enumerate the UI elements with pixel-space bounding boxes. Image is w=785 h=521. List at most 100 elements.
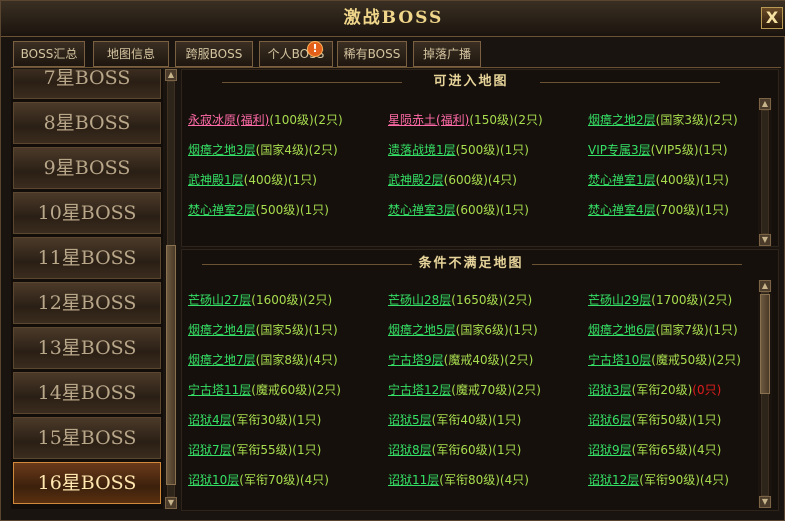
map-entry[interactable]: 武神殿2层(600级)(4只) [388, 171, 517, 189]
map-entry[interactable]: 诏狱5层(军衔40级)(1只) [388, 411, 521, 429]
boss-level-button[interactable]: 12星BOSS [13, 282, 161, 324]
scroll-thumb[interactable] [166, 245, 176, 485]
map-entry[interactable]: 遗落战境1层(500级)(1只) [388, 141, 529, 159]
locked-scrollbar[interactable]: ▲ ▼ [758, 280, 772, 508]
tab-boss-summary[interactable]: BOSS汇总 [13, 41, 85, 67]
boss-level-button[interactable]: 16星BOSS [13, 462, 161, 504]
map-link[interactable]: 永寂冰原(福利) [188, 113, 269, 127]
scroll-down-icon[interactable]: ▼ [759, 496, 771, 508]
boss-window: 激战BOSS X BOSS汇总 地图信息 跨服BOSS 个人BOSS 稀有BOS… [0, 0, 785, 521]
map-link[interactable]: 诏狱7层 [188, 443, 232, 457]
map-entry[interactable]: 芒砀山28层(1650级)(2只) [388, 291, 532, 309]
map-entry[interactable]: 诏狱3层(军衔20级)(0只) [588, 381, 721, 399]
map-link[interactable]: 诏狱5层 [388, 413, 432, 427]
map-entry[interactable]: 焚心禅室3层(600级)(1只) [388, 201, 529, 219]
boss-level-button[interactable]: 15星BOSS [13, 417, 161, 459]
map-link[interactable]: 烟瘴之地2层 [588, 113, 656, 127]
map-link[interactable]: 诏狱12层 [588, 473, 639, 487]
tab-rare-boss[interactable]: 稀有BOSS [337, 41, 407, 67]
tab-drop-broadcast[interactable]: 掉落广播 [413, 41, 481, 67]
scroll-thumb[interactable] [760, 294, 770, 394]
map-info: (400级)(1只) [243, 173, 317, 187]
boss-level-button[interactable]: 10星BOSS [13, 192, 161, 234]
map-entry[interactable]: VIP专属3层(VIP5级)(1只) [588, 141, 728, 159]
map-entry[interactable]: 武神殿1层(400级)(1只) [188, 171, 317, 189]
scroll-down-icon[interactable]: ▼ [759, 234, 771, 246]
map-entry[interactable]: 焚心禅室2层(500级)(1只) [188, 201, 329, 219]
map-link[interactable]: 诏狱6层 [588, 413, 632, 427]
map-link[interactable]: 焚心禅室2层 [188, 203, 256, 217]
map-entry[interactable]: 星陨赤土(福利)(150级)(2只) [388, 111, 543, 129]
map-link[interactable]: 焚心禅室3层 [388, 203, 456, 217]
accessible-scrollbar[interactable]: ▲ ▼ [758, 98, 772, 246]
map-link[interactable]: 诏狱3层 [588, 383, 632, 397]
map-entry[interactable]: 芒砀山27层(1600级)(2只) [188, 291, 332, 309]
map-entry[interactable]: 宁古塔9层(魔戒40级)(2只) [388, 351, 533, 369]
map-link[interactable]: 芒砀山29层 [588, 293, 651, 307]
boss-level-button[interactable]: 8星BOSS [13, 102, 161, 144]
boss-level-button[interactable]: 7星BOSS [13, 69, 161, 99]
map-entry[interactable]: 烟瘴之地7层(国家8级)(4只) [188, 351, 338, 369]
map-link[interactable]: 烟瘴之地7层 [188, 353, 256, 367]
map-entry[interactable]: 宁古塔11层(魔戒60级)(2只) [188, 381, 341, 399]
map-entry[interactable]: 诏狱9层(军衔65级)(4只) [588, 441, 721, 459]
map-link[interactable]: 烟瘴之地5层 [388, 323, 456, 337]
map-entry[interactable]: 芒砀山29层(1700级)(2只) [588, 291, 732, 309]
map-entry[interactable]: 烟瘴之地4层(国家5级)(1只) [188, 321, 338, 339]
map-link[interactable]: 烟瘴之地6层 [588, 323, 656, 337]
map-entry[interactable]: 诏狱10层(军衔70级)(4只) [188, 471, 329, 489]
tab-divider [11, 67, 781, 68]
map-entry[interactable]: 烟瘴之地3层(国家4级)(2只) [188, 141, 338, 159]
map-link[interactable]: 宁古塔12层 [388, 383, 451, 397]
map-info: (军衔55级)(1只) [231, 443, 322, 457]
map-link[interactable]: 星陨赤土(福利) [388, 113, 469, 127]
map-entry[interactable]: 宁古塔12层(魔戒70级)(2只) [388, 381, 541, 399]
map-link[interactable]: 诏狱11层 [388, 473, 439, 487]
map-link[interactable]: 诏狱9层 [588, 443, 632, 457]
scroll-down-icon[interactable]: ▼ [165, 497, 177, 509]
map-entry[interactable]: 烟瘴之地5层(国家6级)(1只) [388, 321, 538, 339]
map-link[interactable]: 遗落战境1层 [388, 143, 456, 157]
map-entry[interactable]: 诏狱11层(军衔80级)(4只) [388, 471, 529, 489]
map-entry[interactable]: 宁古塔10层(魔戒50级)(2只) [588, 351, 741, 369]
scroll-up-icon[interactable]: ▲ [759, 98, 771, 110]
map-entry[interactable]: 诏狱6层(军衔50级)(1只) [588, 411, 721, 429]
map-entry[interactable]: 诏狱4层(军衔30级)(1只) [188, 411, 321, 429]
map-link[interactable]: 烟瘴之地4层 [188, 323, 256, 337]
scroll-track[interactable] [761, 110, 769, 234]
map-entry[interactable]: 诏狱12层(军衔90级)(4只) [588, 471, 729, 489]
map-entry[interactable]: 永寂冰原(福利)(100级)(2只) [188, 111, 343, 129]
warning-icon: ! [307, 41, 323, 57]
map-info: (600级)(4只) [443, 173, 517, 187]
level-list-scrollbar[interactable]: ▲ ▼ [165, 69, 177, 509]
map-entry[interactable]: 诏狱8层(军衔60级)(1只) [388, 441, 521, 459]
map-link[interactable]: 芒砀山28层 [388, 293, 451, 307]
boss-level-button[interactable]: 13星BOSS [13, 327, 161, 369]
map-link[interactable]: 宁古塔10层 [588, 353, 651, 367]
map-link[interactable]: 武神殿1层 [188, 173, 244, 187]
map-link[interactable]: 烟瘴之地3层 [188, 143, 256, 157]
map-link[interactable]: 芒砀山27层 [188, 293, 251, 307]
boss-level-button[interactable]: 14星BOSS [13, 372, 161, 414]
map-entry[interactable]: 焚心禅室4层(700级)(1只) [588, 201, 729, 219]
map-link[interactable]: VIP专属3层 [588, 143, 651, 157]
tab-cross-server-boss[interactable]: 跨服BOSS [175, 41, 253, 67]
map-link[interactable]: 武神殿2层 [388, 173, 444, 187]
map-link[interactable]: 诏狱4层 [188, 413, 232, 427]
close-icon[interactable]: X [761, 7, 783, 29]
map-link[interactable]: 焚心禅室1层 [588, 173, 656, 187]
boss-level-button[interactable]: 9星BOSS [13, 147, 161, 189]
map-link[interactable]: 宁古塔11层 [188, 383, 251, 397]
tab-map-info[interactable]: 地图信息 [93, 41, 169, 67]
map-entry[interactable]: 烟瘴之地6层(国家7级)(1只) [588, 321, 738, 339]
scroll-up-icon[interactable]: ▲ [759, 280, 771, 292]
map-link[interactable]: 诏狱8层 [388, 443, 432, 457]
map-entry[interactable]: 烟瘴之地2层(国家3级)(2只) [588, 111, 738, 129]
map-entry[interactable]: 诏狱7层(军衔55级)(1只) [188, 441, 321, 459]
map-link[interactable]: 诏狱10层 [188, 473, 239, 487]
map-entry[interactable]: 焚心禅室1层(400级)(1只) [588, 171, 729, 189]
scroll-up-icon[interactable]: ▲ [165, 69, 177, 81]
boss-level-button[interactable]: 11星BOSS [13, 237, 161, 279]
map-link[interactable]: 焚心禅室4层 [588, 203, 656, 217]
map-link[interactable]: 宁古塔9层 [388, 353, 444, 367]
